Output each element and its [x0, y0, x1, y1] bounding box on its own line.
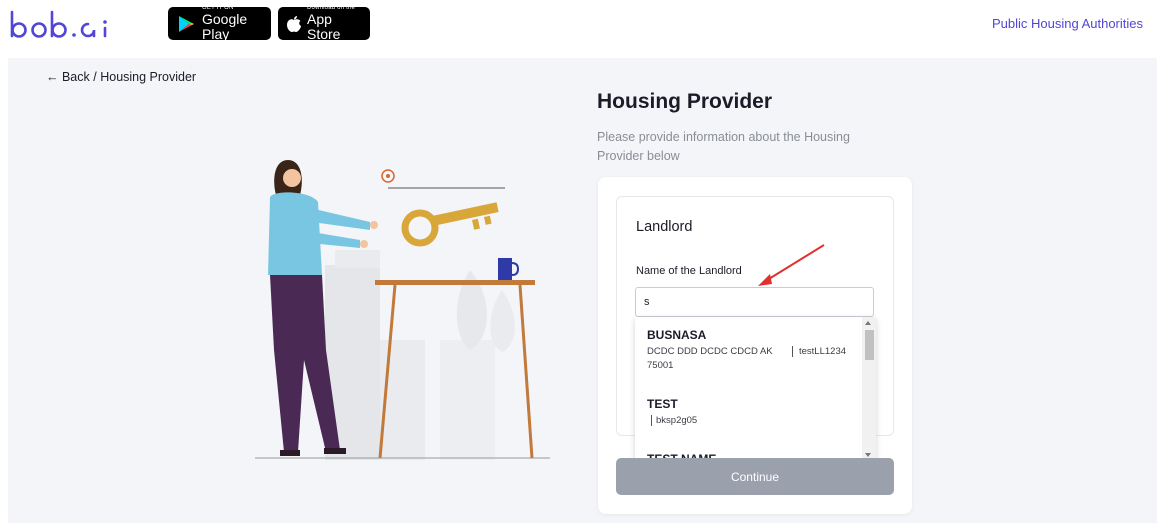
top-bar: GET IT ON Google Play Download on the Ap…: [0, 0, 1157, 56]
apple-icon: [287, 15, 301, 32]
scroll-up-icon[interactable]: [865, 321, 871, 325]
option-name: BUSNASA: [647, 328, 707, 342]
google-play-button[interactable]: GET IT ON Google Play: [168, 5, 271, 42]
option-address-row: DCDC DDD DCDC CDCD AK testLL1234: [647, 346, 857, 360]
google-play-label: Google Play: [202, 11, 248, 42]
breadcrumb-current: Housing Provider: [100, 70, 197, 84]
breadcrumb: ← Back / Housing Provider: [46, 70, 196, 84]
option-zip: 75001: [647, 360, 674, 371]
google-play-icon: [179, 15, 194, 32]
app-store-button[interactable]: Download on the App Store: [278, 5, 370, 42]
option-name: TEST: [647, 397, 678, 411]
dropdown-scrollbar[interactable]: [862, 317, 876, 461]
landlord-section-title: Landlord: [636, 219, 693, 235]
continue-button[interactable]: Continue: [616, 458, 894, 495]
page-title: Housing Provider: [597, 90, 773, 113]
app-store-label: App Store: [307, 11, 341, 42]
breadcrumb-separator: /: [93, 70, 97, 84]
page-subtitle: Please provide information about the Hou…: [597, 130, 850, 163]
landlord-suggestions-dropdown: BUSNASA DCDC DDD DCDC CDCD AK testLL1234…: [635, 317, 876, 461]
option-code: testLL1234: [792, 346, 846, 357]
scrollbar-thumb[interactable]: [865, 330, 874, 360]
suggestion-option-1[interactable]: BUSNASA DCDC DDD DCDC CDCD AK testLL1234…: [647, 328, 857, 371]
back-link[interactable]: ← Back: [46, 70, 90, 84]
suggestion-option-2[interactable]: TEST bksp2g05: [647, 397, 697, 426]
scroll-down-icon[interactable]: [865, 453, 871, 457]
option-address: DCDC DDD DCDC CDCD AK: [647, 346, 773, 357]
landlord-name-label: Name of the Landlord: [636, 265, 742, 277]
bob-ai-logo[interactable]: [8, 8, 118, 42]
public-housing-authorities-link[interactable]: Public Housing Authorities: [992, 16, 1143, 31]
housing-illustration: [255, 160, 550, 460]
option-code: bksp2g05: [651, 415, 697, 426]
landlord-name-input[interactable]: [635, 287, 874, 317]
annotation-arrow-icon: [758, 244, 825, 286]
main-background: [8, 58, 1157, 523]
